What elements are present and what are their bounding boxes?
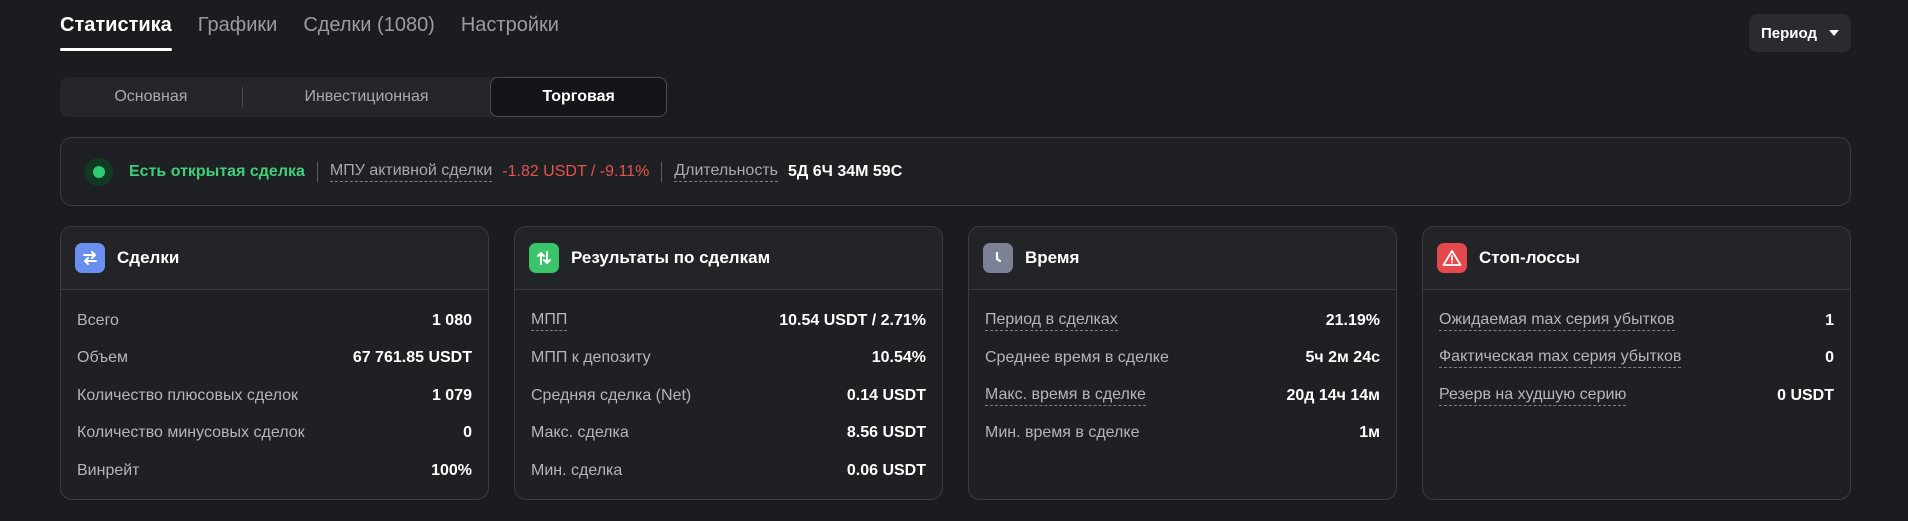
card-title: Сделки [117,248,180,267]
stat-row: Винрейт 100% [77,452,472,490]
deals-card: Сделки Всего 1 080 Объем 67 761.85 USDT Ко… [60,226,489,500]
segment-investment[interactable]: Инвестиционная [243,77,491,117]
deals-card-header: Сделки [61,227,488,290]
results-card: Результаты по сделкам МПП 10.54 USDT / 2.… [514,226,943,500]
stat-label: Объем [77,349,128,367]
time-card: Время Период в сделках 21.19% Среднее вре… [968,226,1397,500]
stat-value: 0.06 USDT [846,461,926,479]
stat-label: МПП к депозиту [531,349,651,367]
stat-value: 1 079 [431,386,472,404]
period-label: Период [1761,24,1817,42]
open-trade-status: Есть открытая сделка [129,162,305,180]
stat-value: 10.54 USDT / 2.71% [779,311,926,329]
stat-label: Винрейт [77,461,140,479]
segment-main[interactable]: Основная [60,77,242,117]
stat-row: МПП 10.54 USDT / 2.71% [531,302,926,340]
stat-row: Мин. время в сделке 1м [985,415,1380,453]
stat-value: 100% [431,461,472,479]
stats-type-switch: Основная Инвестиционная Торговая [60,77,668,117]
stat-label: Средняя сделка (Net) [531,386,692,404]
stat-row: Объем 67 761.85 USDT [77,340,472,378]
stat-label[interactable]: Резерв на худшую серию [1439,386,1627,406]
stat-label: Среднее время в сделке [985,349,1169,367]
stoploss-card-header: Стоп-лоссы [1423,227,1850,290]
stat-row: Количество минусовых сделок 0 [77,415,472,453]
mpu-value: -1.82 USDT / -9.11% [502,162,650,180]
stat-value: 1м [1359,424,1380,442]
status-indicator [85,157,113,186]
stat-row: Фактическая max серия убытков 0 [1439,340,1834,378]
stat-value: 8.56 USDT [846,424,926,442]
stat-label[interactable]: Макс. время в сделке [985,386,1146,406]
stat-label: Количество минусовых сделок [77,424,305,442]
stat-row: МПП к депозиту 10.54% [531,340,926,378]
stat-label[interactable]: Фактическая max серия убытков [1439,348,1682,369]
stat-row: Макс. сделка 8.56 USDT [531,415,926,453]
stat-row: Всего 1 080 [77,302,472,340]
stat-value: 1 [1825,311,1834,329]
stat-row: Средняя сделка (Net) 0.14 USDT [531,377,926,415]
period-dropdown[interactable]: Период [1749,14,1851,52]
stat-row: Ожидаемая max серия убытков 1 [1439,302,1834,340]
stat-row: Период в сделках 21.19% [985,302,1380,340]
caret-down-icon [1829,30,1839,36]
mpu-label[interactable]: МПУ активной сделки [329,162,493,182]
segment-trading[interactable]: Торговая [490,77,668,117]
tab-settings[interactable]: Настройки [461,14,559,51]
stat-value: 0 [1825,349,1834,367]
stat-label[interactable]: МПП [531,311,568,331]
stat-row: Количество плюсовых сделок 1 079 [77,377,472,415]
stat-label: Мин. время в сделке [985,424,1140,442]
stat-row: Макс. время в сделке 20д 14ч 14м [985,377,1380,415]
main-tabs: Статистика Графики Сделки (1080) Настрой… [60,14,559,51]
card-title: Стоп-лоссы [1479,248,1580,267]
tab-charts[interactable]: Графики [198,14,278,51]
stat-value: 0 USDT [1777,386,1834,404]
divider [661,161,663,182]
duration-label[interactable]: Длительность [674,162,778,182]
stat-label: Макс. сделка [531,424,629,442]
stat-value: 21.19% [1325,311,1380,329]
stat-label[interactable]: Период в сделках [985,311,1118,331]
stat-value: 67 761.85 USDT [352,349,472,367]
stoploss-card: Стоп-лоссы Ожидаемая max серия убытков 1 … [1422,226,1851,500]
swap-arrows-icon [75,243,105,273]
card-title: Время [1025,248,1080,267]
stat-value: 20д 14ч 14м [1286,386,1380,404]
stat-row: Среднее время в сделке 5ч 2м 24с [985,340,1380,378]
warning-triangle-icon [1437,243,1467,273]
clock-icon [983,243,1013,273]
stat-label: Количество плюсовых сделок [77,386,299,404]
stat-row: Мин. сделка 0.06 USDT [531,452,926,490]
status-dot-icon [93,165,105,178]
stat-value: 0 [463,424,472,442]
up-down-arrows-icon [529,243,559,273]
stat-value: 5ч 2м 24с [1305,349,1380,367]
stat-value: 10.54% [871,349,926,367]
time-card-header: Время [969,227,1396,290]
stat-label: Мин. сделка [531,461,623,479]
card-title: Результаты по сделкам [571,248,771,267]
results-card-header: Результаты по сделкам [515,227,942,290]
tab-deals[interactable]: Сделки (1080) [303,14,435,51]
duration-value: 5Д 6Ч 34М 59С [788,162,903,180]
stat-value: 1 080 [431,311,472,329]
stat-label: Всего [77,311,119,329]
open-trade-bar: Есть открытая сделка МПУ активной сделки… [60,137,1851,206]
divider [316,161,318,182]
tab-statistics[interactable]: Статистика [60,14,172,51]
stat-row: Резерв на худшую серию 0 USDT [1439,377,1834,415]
stat-value: 0.14 USDT [846,386,926,404]
stat-label[interactable]: Ожидаемая max серия убытков [1439,311,1675,331]
